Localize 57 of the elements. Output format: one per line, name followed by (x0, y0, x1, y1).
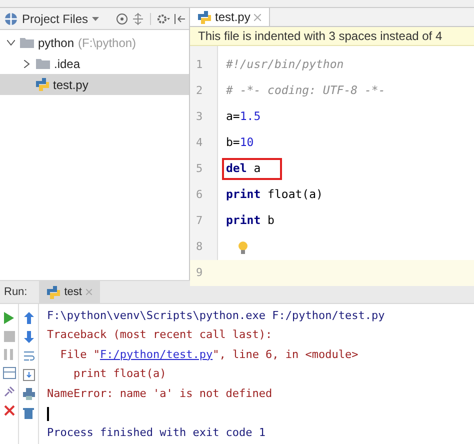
tree-item[interactable]: .idea (0, 53, 189, 74)
code-line: # -*- coding: UTF-8 -*- (225, 82, 386, 100)
path-hint: (F:\python) (78, 34, 136, 52)
trash-icon[interactable] (23, 407, 34, 419)
python-file-icon (36, 78, 49, 91)
line-number: 4 (195, 134, 204, 151)
tree-item[interactable]: python (F:\python) (0, 32, 189, 53)
code-line: print float(a) (225, 186, 324, 204)
pin-icon[interactable] (3, 386, 15, 398)
line-number: 8 (195, 238, 204, 255)
line-number: 1 (195, 56, 204, 73)
run-tab[interactable]: test (39, 281, 100, 303)
console-line: F:\python\venv\Scripts\python.exe F:/python/test.py (47, 308, 386, 324)
print-icon[interactable] (22, 388, 34, 400)
wrap-icon[interactable] (22, 350, 34, 362)
line-number: 9 (195, 264, 204, 281)
text-cursor (47, 406, 49, 421)
dropdown-caret-icon[interactable] (92, 16, 100, 20)
code-line: a=1.5 (225, 108, 262, 126)
code-line: #!/usr/bin/python (225, 56, 345, 74)
line-number: 2 (195, 82, 204, 99)
tree-label: python (38, 34, 74, 52)
console-line: NameError: name 'a' is not defined (47, 386, 274, 402)
line-number: 3 (195, 108, 204, 125)
notification-banner: This file is indented with 3 spaces instead of 4 (190, 27, 474, 46)
file-link[interactable]: F:/python/test.py (100, 346, 213, 364)
project-icon (4, 12, 18, 26)
python-file-icon (198, 10, 211, 24)
collapse-icon[interactable] (132, 12, 144, 24)
close-tab-icon[interactable] (254, 14, 262, 20)
line-number: 5 (195, 160, 204, 177)
python-file-icon (47, 286, 60, 298)
scroll-end-icon[interactable] (22, 369, 34, 381)
layout-icon[interactable] (2, 367, 16, 379)
tree-item[interactable]: test.py (0, 74, 189, 95)
code-line: b=10 (225, 134, 255, 152)
console-line: File "F:/python/test.py", line 6, in <module> (47, 345, 474, 365)
code-line: print b (225, 212, 276, 230)
tree-label: .idea (54, 56, 80, 72)
tree-label: test.py (53, 76, 88, 94)
folder-icon (36, 58, 50, 69)
down-arrow-icon[interactable] (24, 331, 34, 343)
editor-tab[interactable]: test.py (190, 8, 270, 26)
target-icon[interactable] (116, 12, 128, 24)
console-line: Traceback (most recent call last): (47, 327, 274, 344)
line-number: 6 (195, 186, 204, 203)
line-number: 7 (195, 212, 204, 229)
up-arrow-icon[interactable] (24, 312, 34, 324)
lightbulb-icon[interactable] (238, 240, 248, 254)
hide-panel-icon[interactable] (174, 12, 185, 24)
close-icon[interactable] (4, 405, 14, 416)
settings-icon[interactable] (157, 12, 170, 24)
run-label: Run: (3, 284, 28, 300)
console-line: Process finished with exit code 1 (47, 425, 267, 442)
console-line: print float(a) (72, 366, 168, 382)
run-icon[interactable] (4, 312, 14, 324)
folder-icon (20, 37, 34, 48)
